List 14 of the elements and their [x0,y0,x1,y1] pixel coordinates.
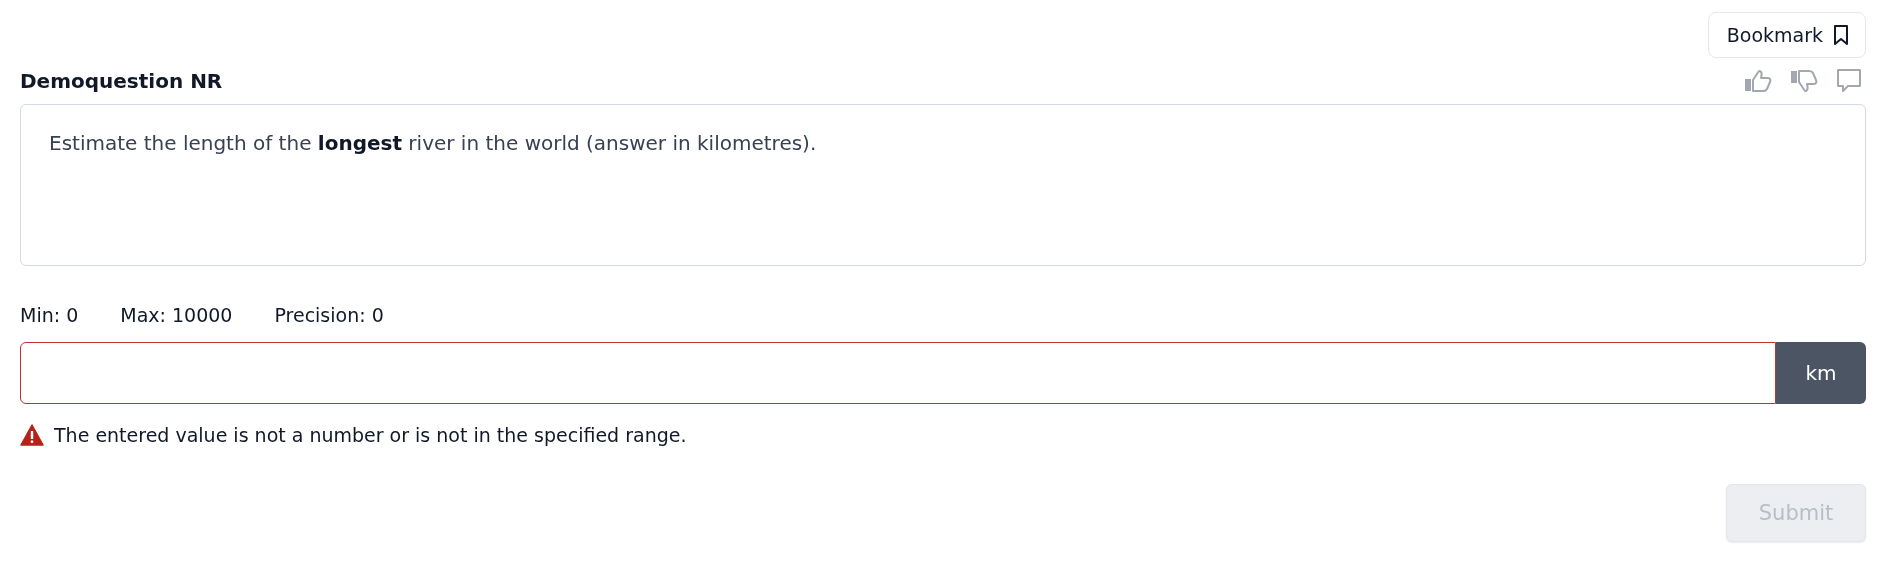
unit-label: km [1776,342,1866,404]
thumbs-down-icon[interactable] [1790,69,1818,93]
comment-icon[interactable] [1836,68,1862,94]
constraint-label: Min: 0 [20,304,79,326]
thumbs-up-icon[interactable] [1744,69,1772,93]
error-message: The entered value is not a number or is not in the specified range. [54,424,687,446]
answer-field[interactable] [20,342,1776,404]
bookmark-icon [1833,24,1849,46]
question-title: Demoquestion NR [20,69,223,93]
constraint-label: Max: 10000 [120,304,233,326]
bookmark-button[interactable]: Bookmark [1707,12,1866,58]
question-text: Estimate the length of the longest river in the world (answer in kilometres). [49,131,818,155]
warning-icon [20,424,44,446]
constraint-label: Precision: 0 [274,304,384,326]
